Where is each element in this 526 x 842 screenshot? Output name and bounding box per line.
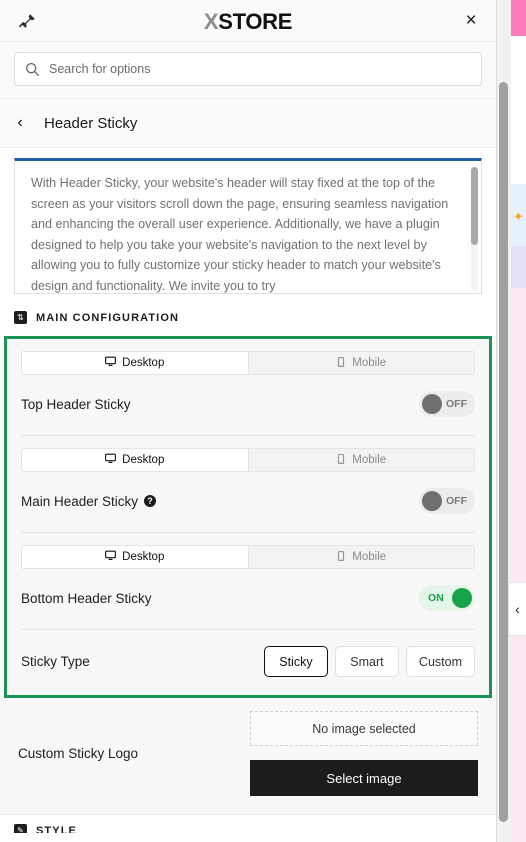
device-tabs-main-header: Desktop Mobile — [21, 448, 475, 472]
description-wrapper: With Header Sticky, your website's heade… — [0, 148, 496, 294]
main-configuration-header[interactable]: ⇅ MAIN CONFIGURATION — [0, 294, 496, 336]
background-lavender-block — [511, 246, 526, 288]
sticky-type-option-custom[interactable]: Custom — [405, 646, 475, 677]
breadcrumb: ‹ Header Sticky — [0, 98, 496, 148]
option-label-custom-sticky-logo: Custom Sticky Logo — [18, 746, 139, 761]
background-pink-block-middle — [511, 288, 526, 582]
option-row-custom-sticky-logo: Custom Sticky Logo No image selected Sel… — [0, 698, 496, 815]
mobile-icon — [336, 356, 346, 370]
option-label-sticky-type: Sticky Type — [21, 654, 90, 669]
search-field[interactable] — [14, 52, 482, 86]
toggle-bottom-header-sticky[interactable]: ON — [419, 585, 475, 611]
device-tab-mobile-label: Mobile — [352, 454, 387, 466]
page-scrollbar-thumb[interactable] — [499, 82, 508, 822]
search-input[interactable] — [49, 53, 481, 85]
monitor-icon — [105, 453, 117, 467]
close-icon[interactable]: × — [460, 10, 482, 32]
toggle-main-header-sticky[interactable]: OFF — [419, 488, 475, 514]
description-box: With Header Sticky, your website's heade… — [14, 158, 482, 294]
device-tab-mobile[interactable]: Mobile — [247, 546, 474, 568]
device-tab-mobile-label: Mobile — [352, 551, 387, 563]
device-tab-desktop-label: Desktop — [122, 454, 165, 466]
select-image-button[interactable]: Select image — [250, 760, 478, 796]
background-pink-banner — [511, 0, 526, 36]
option-row-top-header-sticky: Top Header Sticky OFF — [21, 375, 475, 436]
description-text: With Header Sticky, your website's heade… — [31, 176, 449, 293]
brand-logo: XSTORE — [0, 9, 496, 35]
device-tab-desktop[interactable]: Desktop — [22, 352, 248, 374]
page-title: Header Sticky — [44, 114, 138, 132]
device-tab-desktop[interactable]: Desktop — [22, 546, 248, 568]
toggle-state-label: OFF — [446, 398, 467, 410]
help-icon[interactable]: ? — [144, 495, 157, 507]
device-tab-desktop-label: Desktop — [122, 551, 165, 563]
toggle-top-header-sticky[interactable]: OFF — [419, 391, 475, 417]
sparkle-icon: ✦ — [513, 209, 524, 224]
custom-sticky-logo-controls: No image selected Select image — [250, 711, 478, 796]
brand-logo-name: STORE — [218, 9, 293, 34]
toggle-knob — [452, 588, 472, 608]
toggle-state-label: ON — [428, 592, 444, 604]
device-tabs-top-header: Desktop Mobile — [21, 351, 475, 375]
no-image-selected-placeholder: No image selected — [250, 711, 478, 746]
device-tab-mobile[interactable]: Mobile — [247, 352, 474, 374]
configuration-icon: ⇅ — [14, 311, 27, 324]
chevron-left-icon: ‹ — [515, 601, 520, 617]
style-section-header[interactable]: ✎ STYLE — [0, 815, 496, 833]
back-arrow-icon[interactable]: ‹ — [14, 114, 26, 132]
panel-body: With Header Sticky, your website's heade… — [0, 148, 496, 842]
option-row-sticky-type: Sticky Type Sticky Smart Custom — [21, 630, 475, 695]
toggle-knob — [422, 491, 442, 511]
monitor-icon — [105, 356, 117, 370]
option-row-main-header-sticky: Main Header Sticky ? OFF — [21, 472, 475, 533]
search-icon — [25, 62, 40, 77]
sticky-type-option-sticky[interactable]: Sticky — [263, 646, 328, 677]
option-label-main-header-sticky: Main Header Sticky ? — [21, 493, 157, 509]
option-label-top-header-sticky: Top Header Sticky — [21, 396, 131, 412]
sticky-type-button-group: Sticky Smart Custom — [263, 646, 475, 677]
option-row-bottom-header-sticky: Bottom Header Sticky ON — [21, 569, 475, 630]
device-tab-desktop-label: Desktop — [122, 357, 165, 369]
monitor-icon — [105, 550, 117, 564]
brand-logo-x: X — [203, 9, 219, 34]
style-icon: ✎ — [14, 824, 27, 833]
toggle-state-label: OFF — [446, 495, 467, 507]
device-tab-mobile-label: Mobile — [352, 357, 387, 369]
main-configuration-group: Desktop Mobile Top Header Sticky OFF Des… — [4, 336, 492, 698]
background-pink-block-bottom — [511, 636, 526, 842]
device-tabs-bottom-header: Desktop Mobile — [21, 545, 475, 569]
customizer-panel: XSTORE × ‹ Header Sticky With Header Sti… — [0, 0, 497, 842]
device-tab-desktop[interactable]: Desktop — [22, 449, 248, 471]
option-label-text: Main Header Sticky — [21, 493, 139, 509]
sticky-type-option-smart[interactable]: Smart — [334, 646, 399, 677]
search-bar — [0, 42, 496, 98]
panel-header: XSTORE × — [0, 0, 496, 42]
mobile-icon — [336, 453, 346, 467]
mobile-icon — [336, 550, 346, 564]
option-label-bottom-header-sticky: Bottom Header Sticky — [21, 590, 152, 606]
collapse-panel-button[interactable]: ‹ — [508, 582, 526, 636]
style-section-label: STYLE — [36, 824, 77, 834]
description-scrollbar-thumb[interactable] — [471, 167, 478, 245]
device-tab-mobile[interactable]: Mobile — [247, 449, 474, 471]
main-configuration-label: MAIN CONFIGURATION — [36, 311, 180, 324]
background-white-block-top — [511, 36, 526, 184]
toggle-knob — [422, 394, 442, 414]
